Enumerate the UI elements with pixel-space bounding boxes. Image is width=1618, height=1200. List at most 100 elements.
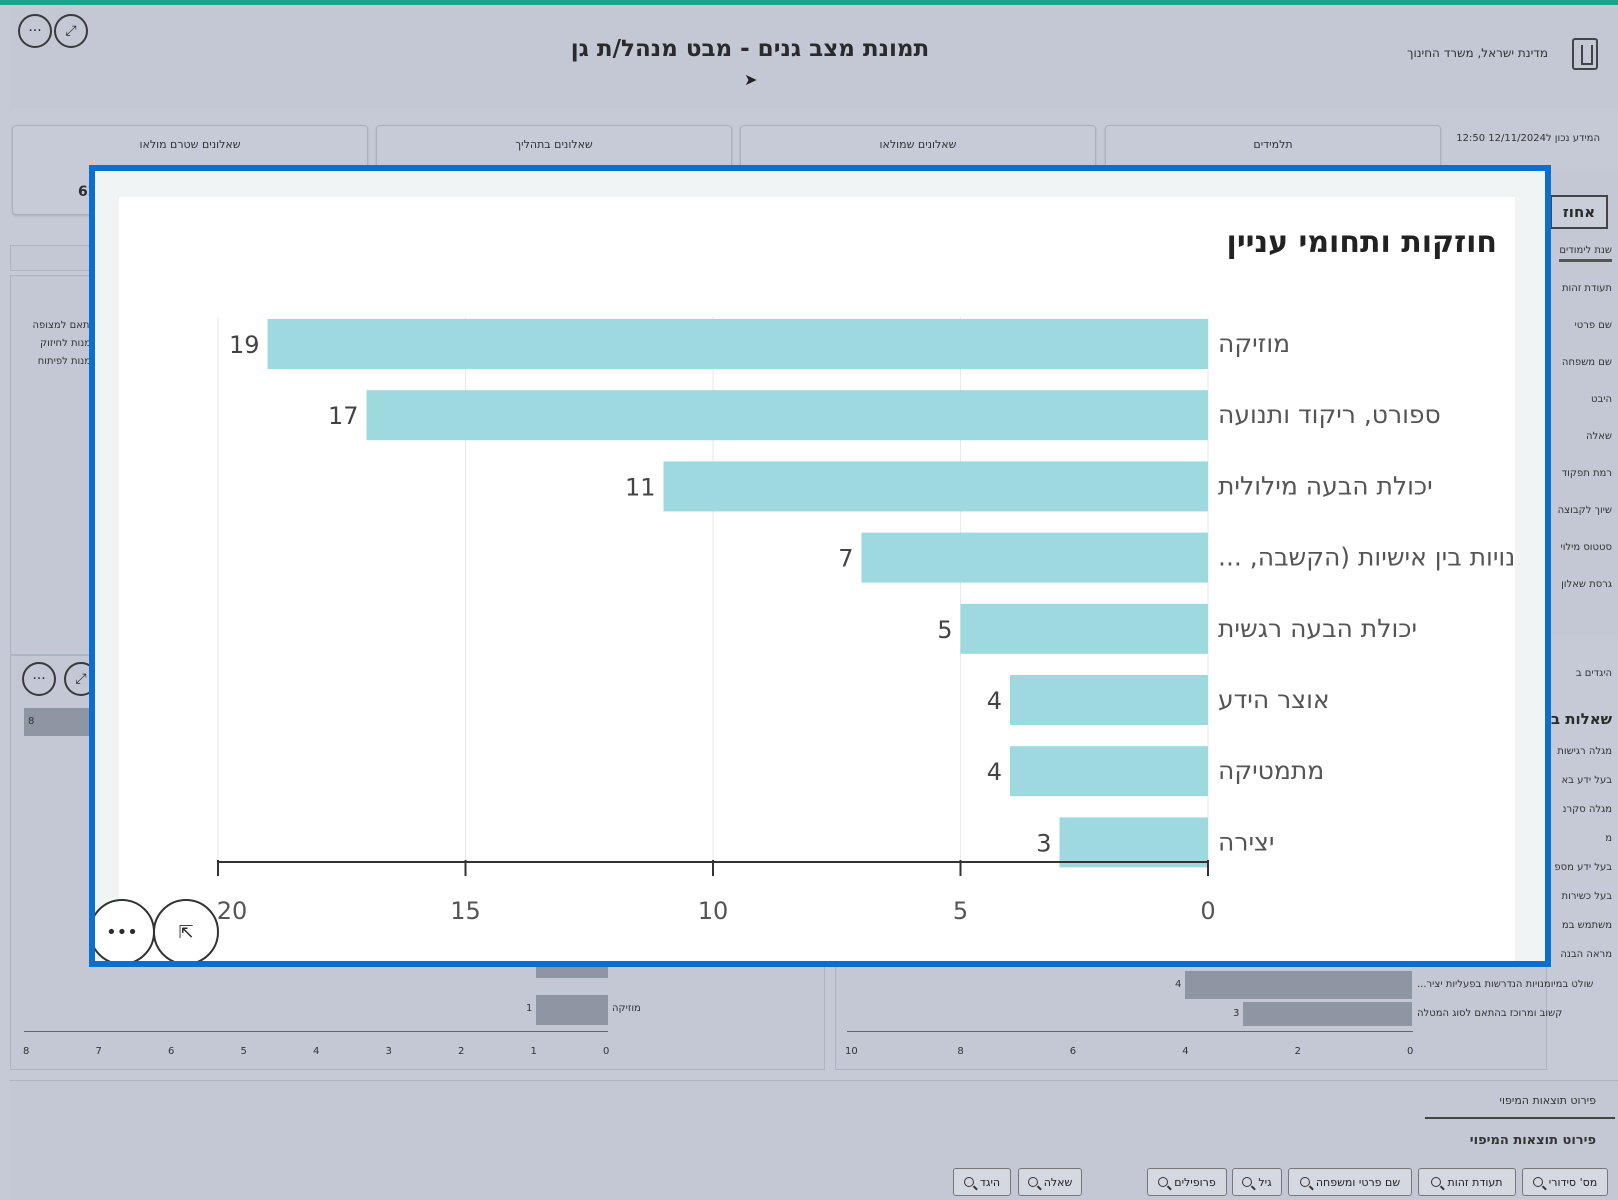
legend-text: התאם למצופה יומנות לחיזוק יומנות לפיתוח (24, 317, 96, 371)
filter-label: גיל (1258, 1175, 1272, 1189)
data-label: 4 (987, 758, 1002, 786)
more-options-button[interactable]: ••• (95, 899, 155, 961)
search-icon (1027, 1177, 1038, 1187)
search-icon (1532, 1177, 1543, 1187)
filter-label: שאלה (1043, 1175, 1073, 1189)
bg-value-label: 3 (1233, 1008, 1240, 1019)
bg-tick-label: 0 (603, 1046, 610, 1057)
filter-label: שם פרטי ומשפחה (1315, 1175, 1401, 1189)
list-item: בעל ידע מספ (1554, 862, 1612, 873)
filter-serial-button[interactable]: מס' סידורי (1522, 1168, 1608, 1196)
sidebar-item-first-name[interactable]: שם פרטי (1574, 320, 1612, 331)
filter-label: פרופילים (1174, 1175, 1216, 1189)
card-title: שאלונים בתהליך (515, 138, 593, 151)
data-label: 17 (328, 402, 359, 430)
x-tick-label: 15 (450, 897, 481, 925)
card-title: שאלונים שמולאו (879, 138, 957, 151)
filter-label: היגד (979, 1175, 1001, 1189)
org-name: מדינת ישראל, משרד החינוך (1407, 46, 1548, 60)
bg-bar (536, 995, 608, 1025)
chart-bar (663, 461, 1208, 512)
category-label: אוצר הידע (1218, 685, 1330, 714)
list-item: מראה הבנה (1560, 949, 1612, 960)
search-icon (1158, 1177, 1169, 1187)
chart-bar (1059, 817, 1208, 868)
data-label: 4 (987, 687, 1002, 715)
x-tick-label: 0 (1200, 897, 1215, 925)
search-icon (1431, 1177, 1442, 1187)
bg-category-label: מוזיקה (612, 1003, 641, 1014)
list-item: מגלה סקרנ (1562, 804, 1612, 815)
bg-tick-label: 2 (458, 1046, 465, 1057)
card-title: שאלונים שטרם מולאו (139, 138, 241, 151)
list-item: מ (1605, 833, 1612, 844)
filter-name-button[interactable]: שם פרטי ומשפחה (1288, 1168, 1412, 1196)
bar-chart: 19 מוזיקה 17 ספורט, ריקוד ותנועה 11 יכולת הבע… (217, 317, 1515, 925)
bg-tick-label: 4 (313, 1046, 320, 1057)
exit-focus-icon[interactable]: ⇱ (153, 899, 219, 961)
data-label: 19 (229, 331, 260, 359)
bg-tick-label: 2 (1294, 1046, 1301, 1057)
list-item: משתמש במ (1561, 920, 1612, 931)
filter-label: מס' סידורי (1548, 1175, 1598, 1189)
x-tick-label: 20 (217, 897, 248, 925)
bg-tick-label: 8 (957, 1046, 964, 1057)
sidebar-section-small: היגדים ב (1575, 668, 1612, 679)
filter-age-button[interactable]: גיל (1232, 1168, 1282, 1196)
chart-card: חוזקות ותחומי עניין 19 מוזיקה 17 ספורט, ריק… (119, 197, 1515, 961)
legend-item: יומנות לחיזוק (40, 338, 96, 349)
data-label: 3 (1036, 829, 1051, 857)
sidebar-item-school-year[interactable]: שנת לימודים (1559, 245, 1612, 262)
bg-bar (1185, 971, 1412, 999)
x-tick-label: 5 (953, 897, 968, 925)
data-label: 11 (625, 473, 656, 501)
category-label: מוזיקה (1218, 329, 1290, 358)
search-icon (963, 1177, 974, 1187)
category-label: יכולת הבעה רגשית (1218, 614, 1417, 643)
sidebar-item-question[interactable]: שאלה (1586, 431, 1612, 442)
card-title: תלמידים (1253, 138, 1293, 151)
focus-chart-modal: חוזקות ותחומי עניין 19 מוזיקה 17 ספורט, ריק… (89, 165, 1551, 967)
data-label: 7 (838, 545, 853, 573)
bg-tick-label: 3 (385, 1046, 392, 1057)
state-emblem-icon (1572, 38, 1598, 70)
search-icon (1299, 1177, 1310, 1187)
sidebar-item-version[interactable]: גרסת שאלון (1561, 579, 1612, 590)
sidebar-item-function-level[interactable]: רמת תפקוד (1562, 468, 1612, 479)
chart-bar (267, 319, 1208, 369)
category-label: מיומנויות בין אישיות (הקשבה, ... (1218, 543, 1515, 572)
last-updated-text: המידע נכון ל12/11/2024 12:50 (1456, 133, 1600, 144)
tab-underline (1425, 1117, 1615, 1119)
category-label: מתמטיקה (1218, 756, 1324, 785)
legend-item: התאם למצופה (32, 320, 96, 331)
sidebar-item-aspect[interactable]: היבט (1591, 394, 1612, 405)
chart-bar (1010, 675, 1208, 725)
left-tab-strip (10, 245, 90, 271)
category-label: ספורט, ריקוד ותנועה (1218, 400, 1441, 429)
more-options-button[interactable]: ··· (22, 662, 56, 696)
mouse-cursor-icon: ➤ (744, 70, 758, 89)
category-label: יכולת הבעה מילולית (1218, 471, 1433, 500)
bg-value-label: 4 (1175, 979, 1182, 990)
filter-statement-button[interactable]: היגד (953, 1168, 1011, 1196)
section-tab-title[interactable]: פירוט תוצאות המיפוי (1500, 1094, 1596, 1107)
bg-tick-label: 4 (1182, 1046, 1189, 1057)
bg-tick-label: 6 (168, 1046, 175, 1057)
top-accent-strip (0, 0, 1618, 5)
sidebar-item-last-name[interactable]: שם משפחה (1562, 357, 1612, 368)
sidebar-header-button[interactable]: אחוז (1550, 195, 1608, 229)
filter-question-button[interactable]: שאלה (1018, 1168, 1082, 1196)
bg-value-label: 1 (526, 1003, 533, 1014)
sidebar-item-id[interactable]: תעודת זהות (1562, 283, 1612, 294)
list-item: בעל כשירות (1561, 891, 1612, 902)
search-icon (1242, 1177, 1253, 1187)
sidebar-item-fill-status[interactable]: סטטוס מילוי (1560, 542, 1612, 553)
filter-profiles-button[interactable]: פרופילים (1147, 1168, 1227, 1196)
filter-id-button[interactable]: תעודת זהות (1418, 1168, 1516, 1196)
sidebar-item-group[interactable]: שיוך לקבוצה (1558, 505, 1612, 516)
bg-header-bar (24, 708, 94, 736)
list-item: מגלה רגישות (1557, 746, 1612, 757)
list-item: בעל ידע בא (1561, 775, 1612, 786)
bg-tick-label: 8 (23, 1046, 30, 1057)
bg-tick-label: 1 (530, 1046, 537, 1057)
